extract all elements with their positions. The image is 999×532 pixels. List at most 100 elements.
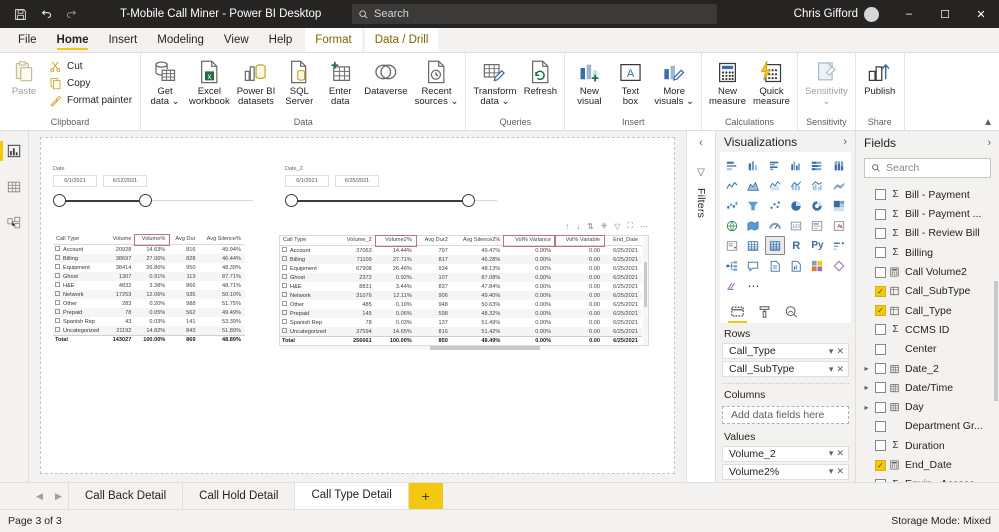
100-stacked-bar-chart-icon[interactable] (807, 156, 827, 175)
ribbon-tab-help[interactable]: Help (259, 28, 303, 52)
slicer-date2-to[interactable]: 6/25/2021 (335, 175, 379, 187)
enter-data-button[interactable]: Enter data (320, 55, 360, 110)
chevron-left-icon[interactable]: ◀ (30, 483, 49, 509)
chevron-down-icon[interactable]: ▾ (829, 448, 834, 459)
field-item-department-group[interactable]: Department Gr... (856, 417, 999, 436)
table-row[interactable]: H&E 4832 3.38% 866 48.71% (53, 281, 245, 290)
filters-pane-collapsed[interactable]: ‹ ▽ Filters (686, 131, 715, 482)
field-checkbox[interactable] (875, 363, 886, 375)
smart-narrative-icon[interactable] (765, 256, 785, 275)
slider-handle-start[interactable] (53, 194, 66, 207)
close-icon[interactable]: ✕ (836, 448, 844, 459)
close-button[interactable]: ✕ (963, 0, 999, 28)
waterfall-chart-icon[interactable] (722, 196, 742, 215)
expand-icon[interactable] (55, 309, 60, 314)
columns-dropzone[interactable]: Add data fields here (722, 406, 849, 424)
excel-workbook-button[interactable]: x Excel workbook (186, 55, 233, 110)
field-checkbox[interactable] (875, 401, 886, 413)
decomposition-tree-icon[interactable] (722, 256, 742, 275)
q-and-a-icon[interactable] (743, 256, 763, 275)
field-chip-call-subtype[interactable]: Call_SubType ▾ ✕ (722, 361, 849, 378)
map-icon[interactable] (722, 216, 742, 235)
ribbon-tab-modeling[interactable]: Modeling (147, 28, 214, 52)
line-chart-icon[interactable] (722, 176, 742, 195)
redo-icon[interactable] (60, 3, 84, 25)
visual-horizontal-scrollbar[interactable] (280, 346, 640, 350)
page-tab-call-hold-detail[interactable]: Call Hold Detail (183, 483, 296, 509)
publish-button[interactable]: Publish (860, 55, 900, 99)
close-icon[interactable]: ✕ (836, 364, 844, 375)
chevron-down-icon[interactable]: ▾ (829, 466, 834, 477)
expand-icon[interactable] (282, 328, 287, 333)
sort-down-icon[interactable]: ↓ (576, 222, 580, 231)
100-stacked-column-chart-icon[interactable] (829, 156, 849, 175)
col-call-type[interactable]: Call Type (280, 236, 338, 246)
expand-icon[interactable] (282, 310, 287, 315)
field-chip-volume-2[interactable]: Volume_2 ▾ ✕ (722, 446, 849, 462)
filter-icon[interactable]: ▽ (614, 222, 620, 231)
recent-sources-button[interactable]: Recent sources ⌄ (412, 55, 462, 110)
field-item-bill-review-bill[interactable]: Σ Bill - Review Bill (856, 224, 999, 243)
field-chip-volume2-pct[interactable]: Volume2% ▾ ✕ (722, 463, 849, 480)
dataverse-button[interactable]: Dataverse (361, 55, 410, 99)
col-call-type[interactable]: Call Type (53, 235, 107, 245)
filled-map-icon[interactable] (743, 216, 763, 235)
field-item-billing[interactable]: Σ Billing (856, 243, 999, 262)
more-visuals-button[interactable]: More visuals ⌄ (651, 55, 697, 110)
page-tab-call-type-detail[interactable]: Call Type Detail (295, 483, 409, 509)
matrix-visual-left[interactable]: Call Type Volume Volume% Avg Dur Avg Sil… (53, 234, 245, 344)
col-volume[interactable]: Volume (106, 235, 136, 245)
expand-icon[interactable] (55, 300, 60, 305)
cut-button[interactable]: Cut (45, 58, 136, 75)
table-total-row[interactable]: Total 143027 100.00% 869 48.89% (53, 335, 245, 344)
expand-icon[interactable] (55, 291, 60, 296)
new-visual-button[interactable]: New visual (569, 55, 609, 110)
expand-icon[interactable] (282, 292, 287, 297)
get-data-button[interactable]: Get data ⌄ (145, 55, 185, 110)
slicer-date2[interactable]: Date_2 6/1/2021 6/25/2021 (285, 166, 497, 208)
powerbi-datasets-button[interactable]: Power BI datasets (234, 55, 279, 110)
power-apps-icon[interactable] (807, 256, 827, 275)
quick-measure-button[interactable]: Quick measure (750, 55, 793, 110)
expand-icon[interactable] (55, 273, 60, 278)
drill-down-icon[interactable]: ⎈ (601, 221, 607, 231)
funnel-chart-icon[interactable] (743, 196, 763, 215)
field-item-bill-payment-2[interactable]: Σ Bill - Payment ... (856, 205, 999, 224)
table-row[interactable]: Ghost 1307 0.91% 113 87.71% (53, 272, 245, 281)
stacked-bar-chart-icon[interactable] (722, 156, 742, 175)
table-row[interactable]: Network 31076 12.11% 906 49.40% 0.00% 0.00 6/25… (280, 291, 642, 300)
matrix-icon[interactable] (764, 236, 785, 256)
field-chip-call-type[interactable]: Call_Type ▾ ✕ (722, 343, 849, 360)
col-volume2-pct[interactable]: Volume2% (374, 235, 417, 247)
field-item-call-subtype[interactable]: ✓ Call_SubType (856, 282, 999, 301)
table-row[interactable]: Prepaid 145 0.06% 598 48.32% 0.00% 0.00 6/25/20… (280, 309, 642, 318)
expand-icon[interactable] (282, 301, 287, 306)
slicer-date[interactable]: Date 6/1/2021 6/12/2021 (53, 166, 253, 208)
field-checkbox[interactable] (875, 227, 886, 239)
expand-icon[interactable] (282, 247, 287, 252)
field-checkbox[interactable] (875, 208, 886, 220)
chevron-right-icon[interactable]: › (843, 136, 847, 148)
clustered-bar-chart-icon[interactable] (765, 156, 785, 175)
table-row[interactable]: Uncategorized 37594 14.65% 816 51.42% 0.00% 0.… (280, 327, 642, 337)
slicer-icon[interactable] (722, 236, 742, 255)
slider-handle-end[interactable] (139, 194, 152, 207)
line-stacked-column-chart-icon[interactable] (786, 176, 806, 195)
col-avg-dur[interactable]: Avg Dur (169, 235, 200, 245)
clustered-column-chart-icon[interactable] (786, 156, 806, 175)
expand-icon[interactable] (55, 327, 60, 332)
save-icon[interactable] (8, 3, 32, 25)
table-row[interactable]: Billing 71109 27.71% 817 46.28% 0.00% 0.00 6/25… (280, 255, 642, 264)
maximize-button[interactable]: ☐ (927, 0, 963, 28)
slicer-date-from[interactable]: 6/1/2021 (53, 175, 97, 187)
slicer-date2-from[interactable]: 6/1/2021 (285, 175, 329, 187)
get-more-visuals-icon[interactable] (722, 276, 742, 295)
copy-button[interactable]: Copy (45, 75, 136, 92)
chevron-down-icon[interactable]: ▾ (829, 346, 834, 357)
slider-handle-start[interactable] (285, 194, 298, 207)
col-end-date[interactable]: End_Date (604, 236, 642, 246)
field-checkbox[interactable] (875, 324, 886, 336)
col-vol-pct-variance[interactable]: Vol% Variance (503, 235, 557, 247)
close-icon[interactable]: ✕ (836, 466, 844, 477)
expand-icon[interactable] (282, 256, 287, 261)
